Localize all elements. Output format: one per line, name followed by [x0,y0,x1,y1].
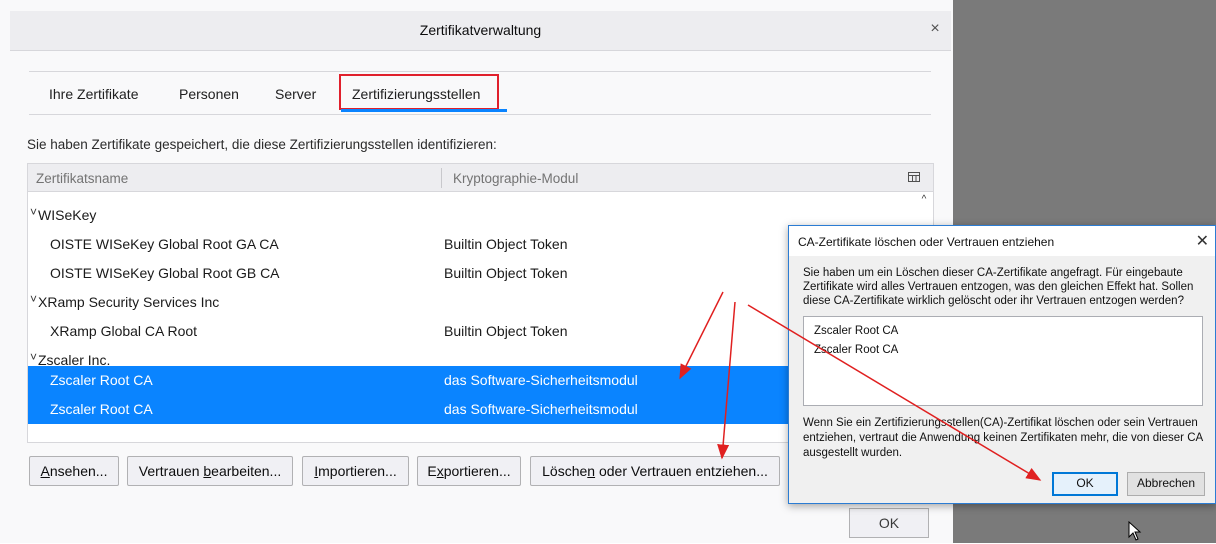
confirm-ok-button[interactable]: OK [1052,472,1118,496]
selected-tab-indicator [341,109,507,112]
tab-bar: Ihre Zertifikate Personen Server Zertifi… [29,71,931,115]
confirm-message: Sie haben um ein Löschen dieser CA-Zerti… [803,267,1194,307]
list-item: Zscaler Root CA [814,344,899,356]
annotation-highlight-box [339,74,499,110]
column-header-name[interactable]: Zertifikatsname [36,171,128,186]
twisty-open-icon[interactable]: ˅ [30,205,37,219]
close-icon[interactable]: ✕ [1196,231,1209,251]
confirm-warning: Wenn Sie ein Zertifizierungsstellen(CA)-… [803,417,1203,459]
edit-trust-button[interactable]: Vertrauen bearbeiten... [127,456,293,486]
confirm-dialog-title: CA-Zertifikate löschen oder Vertrauen en… [798,235,1055,249]
cert-name: OISTE WISeKey Global Root GB CA [50,265,280,281]
group-name: WISeKey [38,207,97,223]
cancel-button[interactable]: Abbrechen [1127,472,1205,496]
cert-module: Builtin Object Token [444,323,568,339]
tree-header: Zertifikatsname Kryptographie-Modul [28,164,933,192]
tree-group-row[interactable]: ˅ WISeKey [28,201,916,230]
export-button[interactable]: Exportieren... [417,456,521,486]
group-name: XRamp Security Services Inc [38,294,220,310]
cert-name: Zscaler Root CA [50,401,153,417]
table-row[interactable]: XRamp Global CA Root Builtin Object Toke… [28,317,916,346]
twisty-open-icon[interactable]: ˅ [30,292,37,306]
column-picker-icon[interactable] [908,172,920,185]
main-ok-button[interactable]: OK [849,508,929,538]
list-item: Zscaler Root CA [814,325,899,337]
cert-module: Builtin Object Token [444,265,568,281]
tab-people[interactable]: Personen [179,86,239,102]
dialog-titlebar: Zertifikatverwaltung × [10,11,951,51]
view-button[interactable]: Ansehen... [29,456,119,486]
cert-name: Zscaler Root CA [50,372,153,388]
confirm-delete-dialog: CA-Zertifikate löschen oder Vertrauen en… [788,225,1216,504]
tab-your-certificates[interactable]: Ihre Zertifikate [49,86,138,102]
intro-text: Sie haben Zertifikate gespeichert, die d… [27,137,497,152]
column-header-module[interactable]: Kryptographie-Modul [453,171,578,186]
cert-module: Builtin Object Token [444,236,568,252]
import-button[interactable]: Importieren... [302,456,409,486]
scroll-up-icon[interactable]: ^ [917,194,931,208]
confirm-dialog-titlebar: CA-Zertifikate löschen oder Vertrauen en… [789,226,1215,256]
table-row-selected[interactable]: Zscaler Root CA das Software-Sicherheits… [28,366,916,395]
mouse-cursor-icon [1128,520,1142,544]
twisty-open-icon[interactable]: ˅ [30,350,37,364]
table-row[interactable]: OISTE WISeKey Global Root GB CA Builtin … [28,259,916,288]
certificate-list[interactable]: Zscaler Root CA Zscaler Root CA [803,316,1203,406]
table-row[interactable]: OISTE WISeKey Global Root GA CA Builtin … [28,230,916,259]
column-separator[interactable] [441,168,442,188]
cert-module: das Software-Sicherheitsmodul [444,401,638,417]
dialog-title: Zertifikatverwaltung [419,22,542,38]
cert-name: XRamp Global CA Root [50,323,198,339]
cert-module: das Software-Sicherheitsmodul [444,372,638,388]
close-icon[interactable]: × [925,19,945,39]
table-row-selected[interactable]: Zscaler Root CA das Software-Sicherheits… [28,395,916,424]
delete-or-distrust-button[interactable]: Löschen oder Vertrauen entziehen... [530,456,780,486]
tree-group-row[interactable]: ˅ XRamp Security Services Inc [28,288,916,317]
cert-name: OISTE WISeKey Global Root GA CA [50,236,279,252]
tab-servers[interactable]: Server [275,86,316,102]
